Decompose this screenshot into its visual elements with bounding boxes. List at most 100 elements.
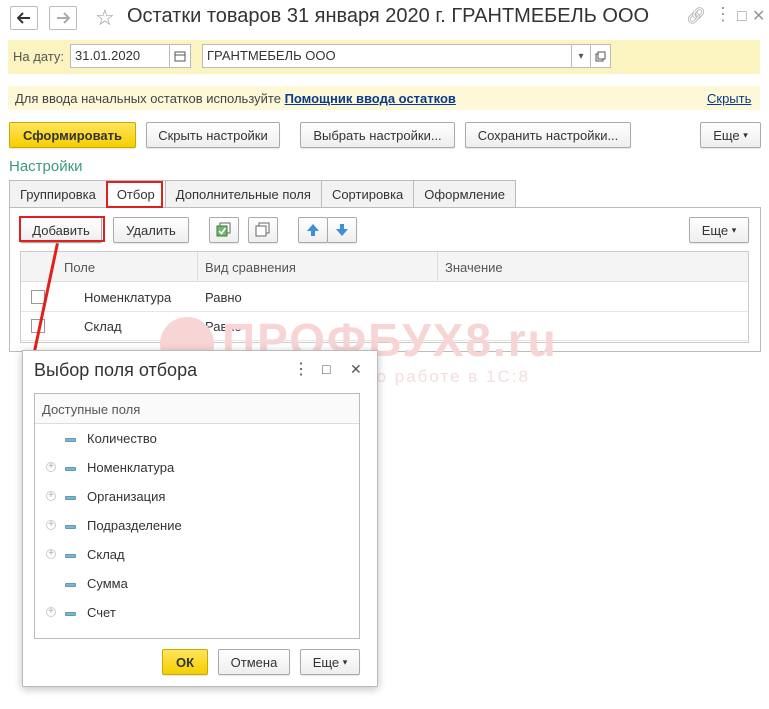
column-field[interactable]: Поле	[64, 260, 95, 275]
expand-icon[interactable]: +	[46, 520, 56, 530]
column-divider	[437, 252, 438, 282]
more-button[interactable]: Еще ▾	[700, 122, 761, 148]
tab-sorting[interactable]: Сортировка	[320, 180, 415, 208]
tree-header-label: Доступные поля	[42, 402, 141, 417]
arrow-right-icon	[57, 12, 70, 24]
tree-item-label: Подразделение	[87, 518, 182, 533]
tree-item-label: Склад	[87, 547, 125, 562]
table-row[interactable]: Номенклатура Равно	[21, 283, 748, 312]
field-icon	[65, 554, 76, 558]
move-up-button[interactable]	[298, 217, 328, 243]
favorite-star-icon[interactable]: ☆	[95, 6, 115, 30]
close-icon[interactable]: ✕	[350, 361, 362, 378]
dialog-title: Выбор поля отбора	[34, 360, 198, 380]
expand-icon[interactable]: +	[46, 607, 56, 617]
maximize-icon[interactable]: □	[737, 8, 747, 26]
generate-button[interactable]: Сформировать	[9, 122, 136, 148]
field-icon	[65, 612, 76, 616]
back-button[interactable]	[10, 6, 38, 30]
dialog-more-button[interactable]: Еще ▾	[300, 649, 360, 675]
dialog-more-label: Еще	[312, 654, 340, 670]
arrow-down-icon	[336, 224, 348, 236]
tree-item-label: Счет	[87, 605, 116, 620]
check-all-icon	[216, 222, 231, 237]
filter-more-label: Еще	[701, 222, 729, 238]
row-field: Склад	[84, 319, 122, 334]
tree-item[interactable]: + Счет	[35, 599, 359, 628]
maximize-icon[interactable]: □	[322, 361, 330, 377]
info-panel: Для ввода начальных остатков используйте…	[8, 86, 760, 110]
tree-item[interactable]: + Склад	[35, 541, 359, 570]
calendar-button[interactable]	[169, 44, 191, 68]
field-icon	[65, 583, 76, 587]
organization-open-button[interactable]	[590, 44, 611, 68]
tree-item[interactable]: + Организация	[35, 483, 359, 512]
tree-item[interactable]: + Подразделение	[35, 512, 359, 541]
more-vertical-icon[interactable]: ⋮	[293, 359, 309, 379]
highlight-add-button	[19, 216, 105, 242]
uncheck-all-icon	[255, 222, 270, 237]
window-title: Остатки товаров 31 января 2020 г. ГРАНТМ…	[127, 5, 650, 27]
info-text: Для ввода начальных остатков используйте…	[15, 91, 456, 106]
settings-tabs: Группировка Отбор Дополнительные поля Со…	[9, 180, 516, 208]
save-settings-button[interactable]: Сохранить настройки...	[465, 122, 631, 148]
organization-dropdown-button[interactable]: ▾	[571, 44, 591, 68]
column-comparison[interactable]: Вид сравнения	[205, 260, 296, 275]
chevron-down-icon: ▾	[743, 129, 748, 140]
chevron-down-icon: ▾	[578, 50, 584, 62]
field-icon	[65, 438, 76, 442]
cancel-button[interactable]: Отмена	[218, 649, 290, 675]
field-icon	[65, 496, 76, 500]
chevron-down-icon: ▾	[342, 656, 348, 667]
field-icon	[65, 467, 76, 471]
parameters-panel: На дату: 31.01.2020 ГРАНТМЕБЕЛЬ ООО ▾	[8, 40, 760, 74]
more-label: Еще	[713, 127, 740, 143]
filter-field-dialog: Выбор поля отбора ⋮ □ ✕ Доступные поля К…	[22, 350, 378, 687]
row-comparison: Равно	[205, 290, 242, 305]
table-header: Поле Вид сравнения Значение	[21, 252, 748, 282]
more-vertical-icon[interactable]: ⋮	[714, 5, 732, 23]
chevron-down-icon: ▾	[731, 224, 737, 235]
tab-appearance[interactable]: Оформление	[413, 180, 516, 208]
close-icon[interactable]: ✕	[752, 8, 765, 26]
arrow-up-icon	[307, 224, 319, 236]
filter-more-button[interactable]: Еще ▾	[689, 217, 749, 243]
check-all-button[interactable]	[209, 217, 239, 243]
ok-button[interactable]: ОК	[162, 649, 208, 675]
wizard-link[interactable]: Помощник ввода остатков	[285, 91, 456, 106]
title-bar: ☆ Остатки товаров 31 января 2020 г. ГРАН…	[0, 0, 769, 38]
date-input[interactable]: 31.01.2020	[70, 44, 170, 68]
tab-grouping[interactable]: Группировка	[9, 180, 107, 208]
expand-icon[interactable]: +	[46, 491, 56, 501]
hide-link[interactable]: Скрыть	[707, 91, 751, 106]
date-label: На дату:	[13, 49, 64, 64]
tree-item-label: Сумма	[87, 576, 128, 591]
tree-item[interactable]: Количество	[35, 425, 359, 454]
hide-settings-button[interactable]: Скрыть настройки	[146, 122, 280, 148]
expand-icon[interactable]: +	[46, 462, 56, 472]
tree-item-label: Номенклатура	[87, 460, 175, 475]
tree-item-label: Количество	[87, 431, 157, 446]
tree-item[interactable]: + Номенклатура	[35, 454, 359, 483]
delete-button[interactable]: Удалить	[113, 217, 189, 243]
tree-item-label: Организация	[87, 489, 166, 504]
tree-item[interactable]: Сумма	[35, 570, 359, 599]
choose-settings-button[interactable]: Выбрать настройки...	[300, 122, 455, 148]
arrow-left-icon	[17, 12, 30, 24]
highlight-filter-tab	[106, 181, 163, 208]
forward-button[interactable]	[49, 6, 77, 30]
tree-header: Доступные поля	[35, 394, 359, 424]
expand-icon[interactable]: +	[46, 549, 56, 559]
row-field: Номенклатура	[84, 290, 172, 305]
organization-input[interactable]: ГРАНТМЕБЕЛЬ ООО	[202, 44, 572, 68]
settings-title: Настройки	[9, 158, 83, 175]
uncheck-all-button[interactable]	[248, 217, 278, 243]
available-fields-tree: Доступные поля Количество + Номенклатура…	[34, 393, 360, 639]
tab-extra-fields[interactable]: Дополнительные поля	[164, 180, 322, 208]
calendar-icon	[174, 51, 186, 62]
column-value[interactable]: Значение	[445, 260, 503, 275]
move-down-button[interactable]	[327, 217, 357, 243]
link-icon[interactable]: 🔗︎	[686, 8, 706, 26]
column-divider	[197, 252, 198, 282]
open-form-icon	[595, 51, 606, 61]
